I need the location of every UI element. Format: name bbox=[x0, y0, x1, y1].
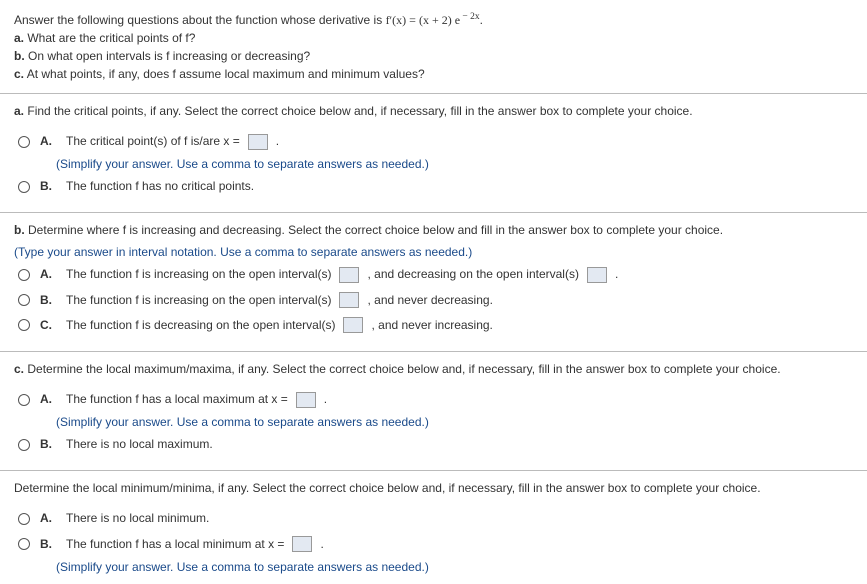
radio-icon[interactable] bbox=[18, 269, 30, 281]
question-intro: Answer the following questions about the… bbox=[0, 0, 867, 94]
part-a-prompt: a. Find the critical points, if any. Sel… bbox=[14, 104, 853, 118]
answer-input[interactable] bbox=[248, 134, 268, 150]
radio-icon[interactable] bbox=[18, 294, 30, 306]
radio-icon[interactable] bbox=[18, 136, 30, 148]
answer-input[interactable] bbox=[339, 292, 359, 308]
part-b-choice-b[interactable]: B. The function f is increasing on the o… bbox=[18, 291, 853, 310]
radio-icon[interactable] bbox=[18, 181, 30, 193]
radio-icon[interactable] bbox=[18, 394, 30, 406]
part-b-choice-c[interactable]: C. The function f is decreasing on the o… bbox=[18, 316, 853, 335]
derivative-expression: f′(x) = (x + 2) e − 2x bbox=[386, 13, 480, 27]
part-d-prompt: Determine the local minimum/minima, if a… bbox=[14, 481, 853, 495]
intro-text: Answer the following questions about the… bbox=[14, 13, 386, 27]
radio-icon[interactable] bbox=[18, 439, 30, 451]
answer-input[interactable] bbox=[296, 392, 316, 408]
intro-sub-b: b. On what open intervals is f increasin… bbox=[14, 47, 853, 65]
part-c-prompt: c. Determine the local maximum/maxima, i… bbox=[14, 362, 853, 376]
answer-input[interactable] bbox=[587, 267, 607, 283]
part-c-choice-a[interactable]: A. The function f has a local maximum at… bbox=[18, 390, 853, 409]
part-b-sub: (Type your answer in interval notation. … bbox=[14, 245, 853, 259]
part-d-choice-b[interactable]: B. The function f has a local minimum at… bbox=[18, 535, 853, 554]
part-a-choice-b[interactable]: B. The function f has no critical points… bbox=[18, 177, 853, 196]
intro-sub-a: a. What are the critical points of f? bbox=[14, 29, 853, 47]
part-b-choice-a[interactable]: A. The function f is increasing on the o… bbox=[18, 265, 853, 284]
part-a-choice-a[interactable]: A. The critical point(s) of f is/are x =… bbox=[18, 132, 853, 151]
radio-icon[interactable] bbox=[18, 513, 30, 525]
radio-icon[interactable] bbox=[18, 319, 30, 331]
part-d-choice-b-sub: (Simplify your answer. Use a comma to se… bbox=[56, 560, 853, 574]
part-c-choice-b[interactable]: B. There is no local maximum. bbox=[18, 435, 853, 454]
radio-icon[interactable] bbox=[18, 538, 30, 550]
intro-line-1: Answer the following questions about the… bbox=[14, 10, 853, 29]
intro-sub-c: c. At what points, if any, does f assume… bbox=[14, 65, 853, 83]
part-c-choice-a-sub: (Simplify your answer. Use a comma to se… bbox=[56, 415, 853, 429]
part-b: b. Determine where f is increasing and d… bbox=[0, 213, 867, 352]
part-a: a. Find the critical points, if any. Sel… bbox=[0, 94, 867, 213]
answer-input[interactable] bbox=[343, 317, 363, 333]
part-c-min: Determine the local minimum/minima, if a… bbox=[0, 471, 867, 583]
part-b-prompt: b. Determine where f is increasing and d… bbox=[14, 223, 853, 237]
part-c-max: c. Determine the local maximum/maxima, i… bbox=[0, 352, 867, 471]
part-d-choice-a[interactable]: A. There is no local minimum. bbox=[18, 509, 853, 528]
part-a-choice-a-sub: (Simplify your answer. Use a comma to se… bbox=[56, 157, 853, 171]
answer-input[interactable] bbox=[292, 536, 312, 552]
answer-input[interactable] bbox=[339, 267, 359, 283]
